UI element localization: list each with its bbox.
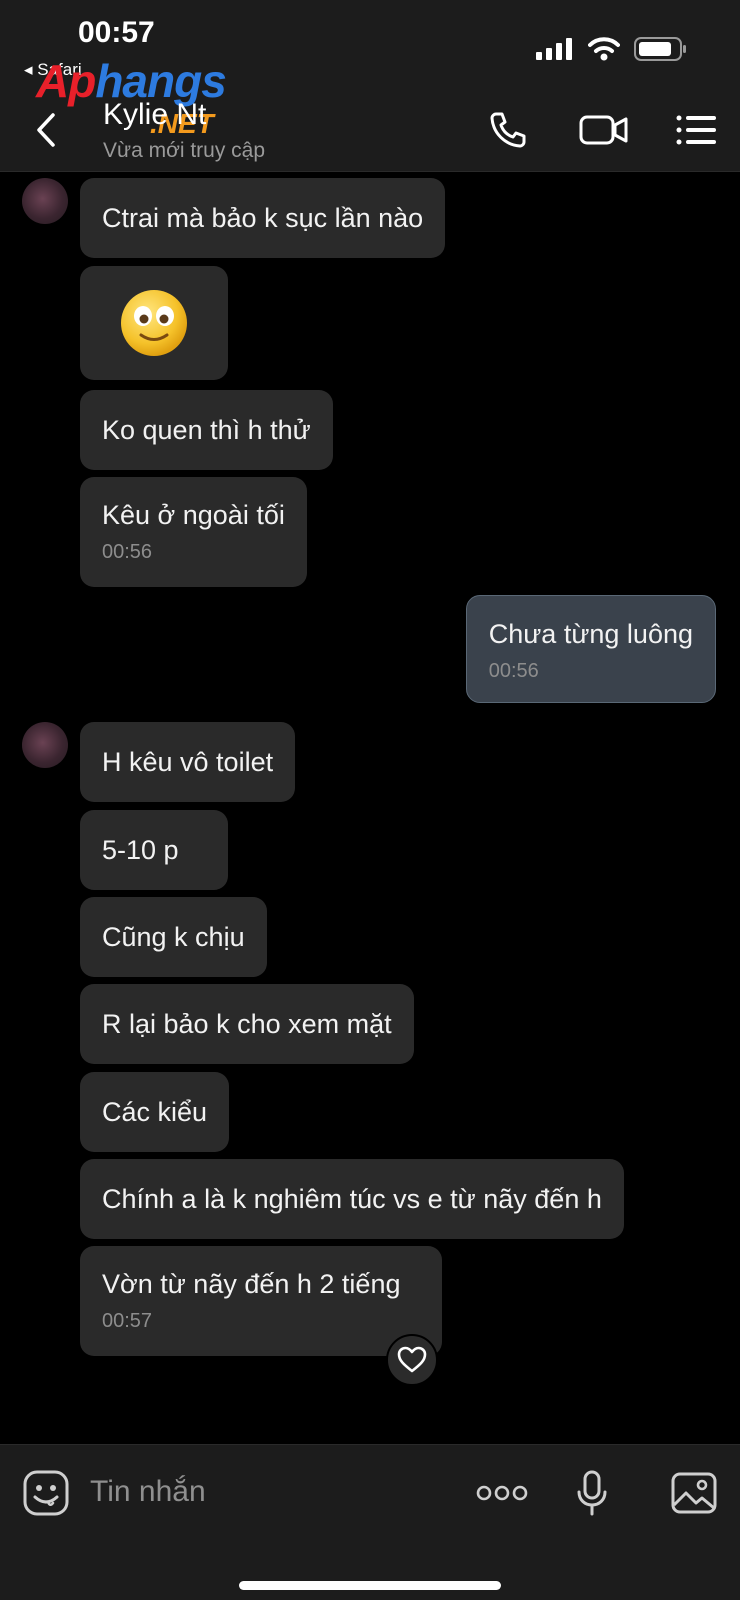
more-options-button[interactable] bbox=[474, 1467, 530, 1519]
react-heart-button[interactable] bbox=[386, 1334, 438, 1386]
message-bubble[interactable]: Các kiểu bbox=[80, 1072, 230, 1152]
message-text: Ko quen thì h thử bbox=[102, 415, 311, 445]
battery-icon bbox=[634, 37, 686, 61]
message-bubble[interactable]: Ctrai mà bảo k sục lần nào bbox=[80, 178, 446, 258]
heart-icon bbox=[397, 1346, 427, 1373]
video-call-button[interactable] bbox=[576, 106, 632, 154]
smile-emoji-icon bbox=[121, 290, 187, 356]
message-bubble[interactable]: Chính a là k nghiêm túc vs e từ nãy đến … bbox=[80, 1159, 624, 1239]
cellular-signal-icon bbox=[536, 38, 572, 60]
back-button[interactable] bbox=[24, 108, 68, 152]
message-text: Chưa từng luông bbox=[488, 619, 693, 649]
wifi-icon bbox=[588, 37, 620, 61]
message-bubble[interactable]: H kêu vô toilet bbox=[80, 722, 296, 802]
back-chevron-icon bbox=[37, 113, 55, 147]
avatar[interactable] bbox=[22, 722, 68, 768]
message-time: 00:56 bbox=[488, 660, 539, 682]
message-bubble[interactable]: Cũng k chịu bbox=[80, 897, 267, 977]
message-bubble[interactable]: Vờn từ nãy đến h 2 tiếng 00:57 bbox=[80, 1246, 442, 1356]
message-input[interactable] bbox=[90, 1469, 430, 1515]
message-bubble[interactable]: R lại bảo k cho xem mặt bbox=[80, 984, 414, 1064]
voice-message-button[interactable] bbox=[566, 1467, 618, 1519]
message-bubble-emoji[interactable] bbox=[80, 266, 228, 380]
call-button[interactable] bbox=[482, 106, 534, 154]
message-text: R lại bảo k cho xem mặt bbox=[102, 1009, 392, 1039]
video-camera-icon bbox=[579, 115, 628, 145]
message-text: Các kiểu bbox=[102, 1097, 208, 1127]
message-text: H kêu vô toilet bbox=[102, 747, 274, 777]
message-text: 5-10 p bbox=[102, 835, 179, 865]
status-time: 00:57 bbox=[78, 16, 155, 49]
gallery-icon bbox=[671, 1472, 717, 1514]
home-indicator[interactable] bbox=[239, 1581, 501, 1590]
status-icons bbox=[536, 36, 688, 62]
chat-header: 00:57 ◂ Safari Aphangs .NET Kylie Nt Vừa… bbox=[0, 0, 740, 172]
message-text: Ctrai mà bảo k sục lần nào bbox=[102, 203, 424, 233]
composer-bar bbox=[0, 1444, 740, 1600]
message-text: Vờn từ nãy đến h 2 tiếng bbox=[102, 1269, 401, 1299]
emoji-button[interactable] bbox=[22, 1469, 70, 1517]
message-time: 00:56 bbox=[102, 541, 153, 563]
message-bubble[interactable]: Ko quen thì h thử bbox=[80, 390, 333, 470]
message-bubble-sent[interactable]: Chưa từng luông 00:56 bbox=[465, 595, 716, 703]
more-dots-icon bbox=[476, 1485, 528, 1501]
message-bubble[interactable]: 5-10 p bbox=[80, 810, 228, 890]
emoji-icon bbox=[23, 1470, 69, 1516]
gallery-button[interactable] bbox=[666, 1467, 722, 1519]
message-text: Chính a là k nghiêm túc vs e từ nãy đến … bbox=[102, 1184, 602, 1214]
contact-name[interactable]: Kylie Nt bbox=[103, 98, 206, 132]
message-text: Cũng k chịu bbox=[102, 922, 245, 952]
phone-icon bbox=[490, 112, 526, 148]
avatar[interactable] bbox=[22, 178, 68, 224]
menu-icon bbox=[676, 115, 716, 145]
microphone-icon bbox=[577, 1470, 607, 1516]
contact-status: Vừa mới truy cập bbox=[103, 139, 266, 162]
message-time: 00:57 bbox=[102, 1310, 153, 1332]
message-text: Kêu ở ngoài tối bbox=[102, 500, 285, 530]
message-bubble[interactable]: Kêu ở ngoài tối 00:56 bbox=[80, 477, 307, 587]
menu-button[interactable] bbox=[672, 106, 720, 154]
